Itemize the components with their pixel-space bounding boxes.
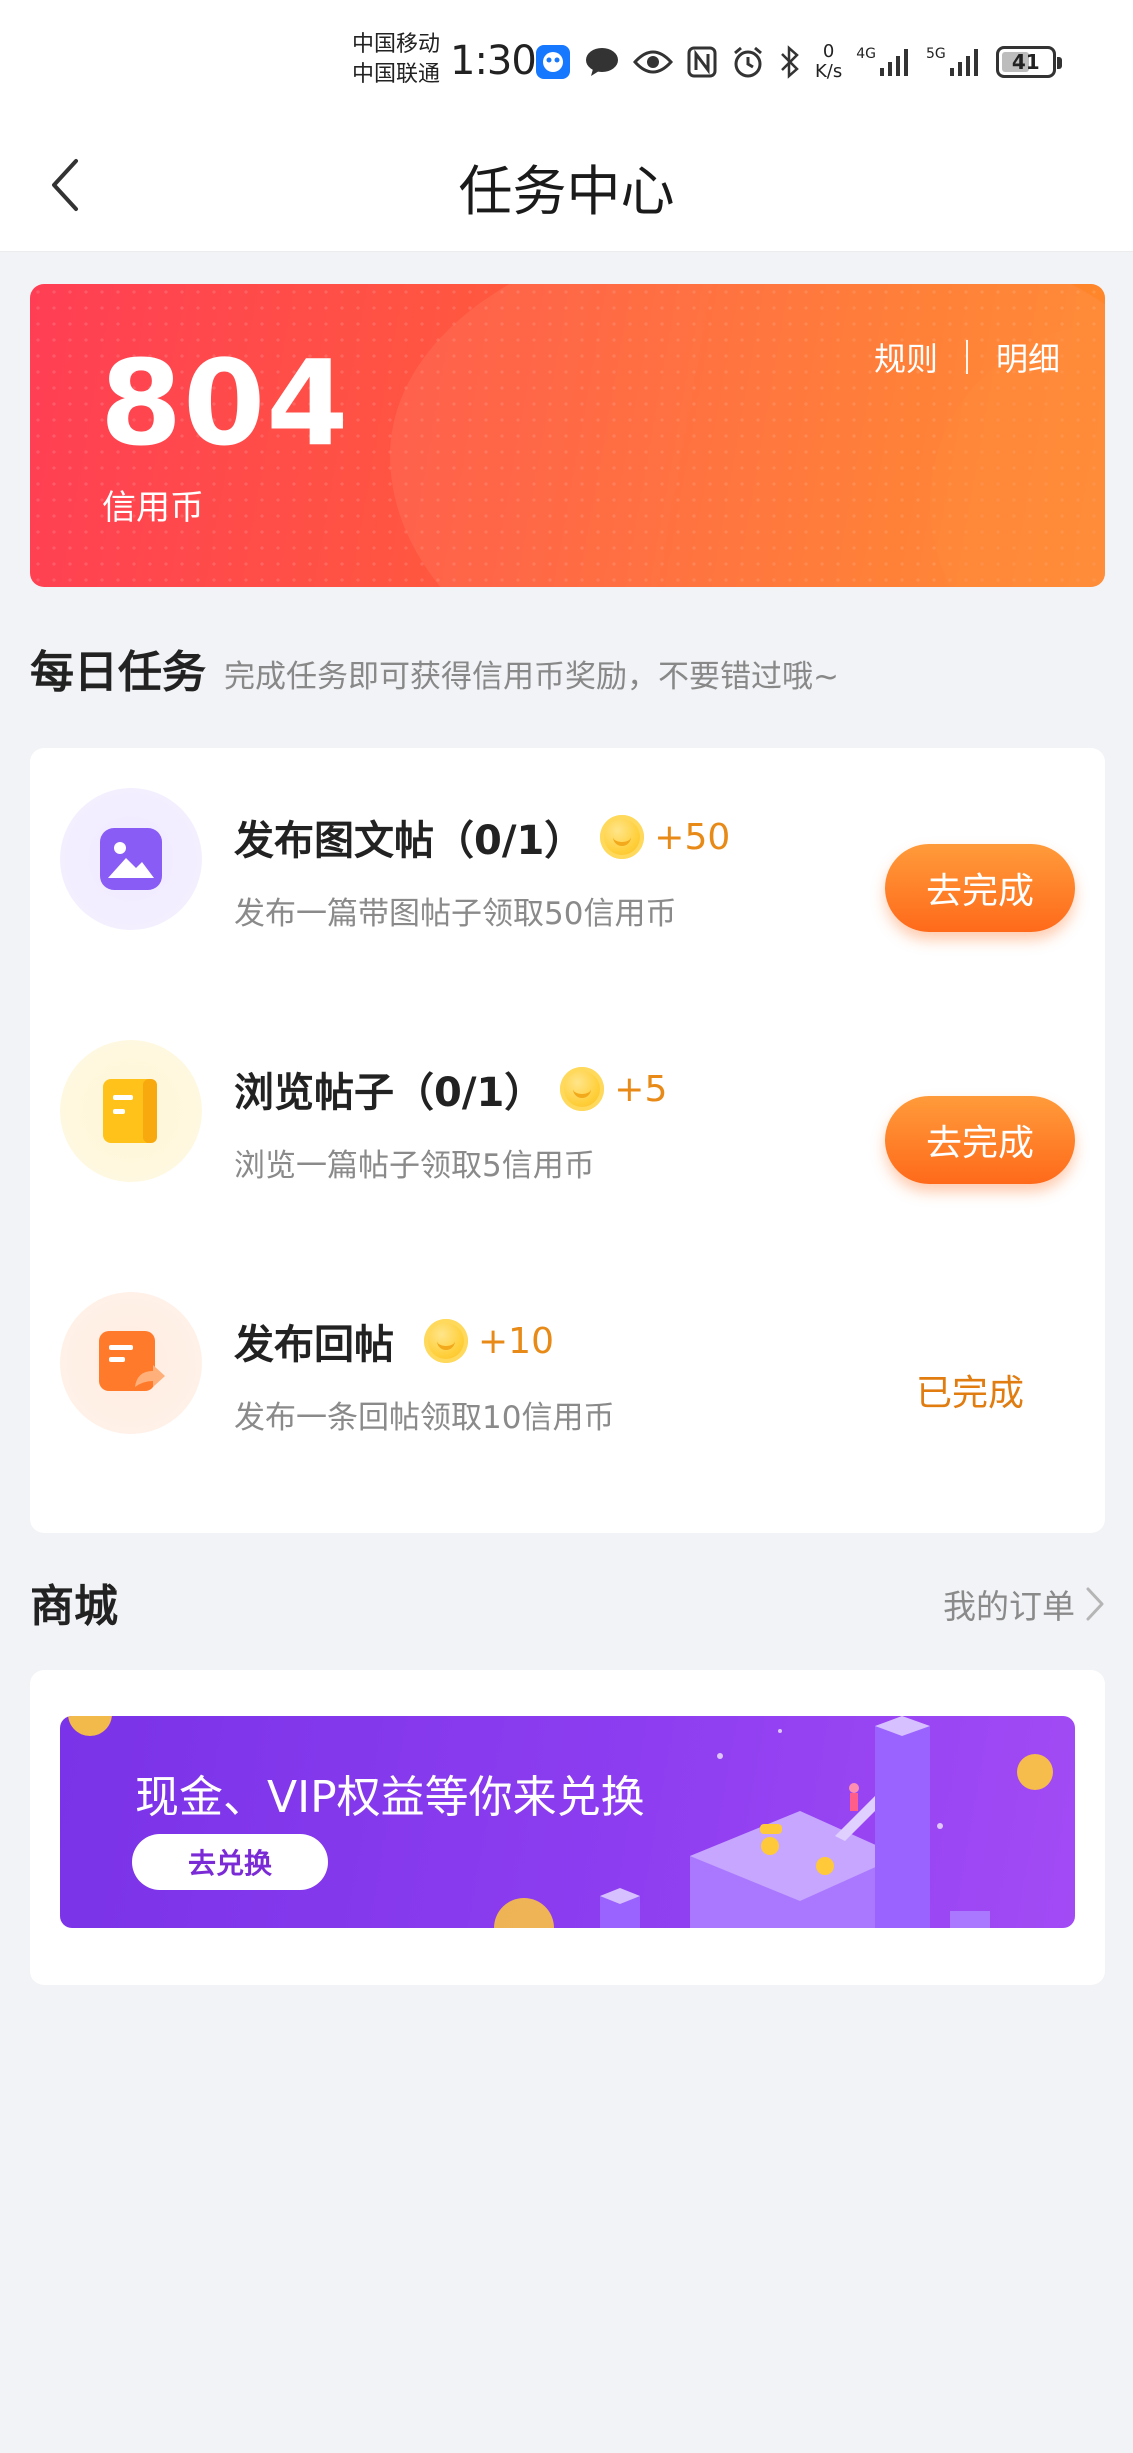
task-title-text: 发布图文帖（0/1） — [234, 818, 585, 864]
app-notification-icon — [535, 44, 571, 80]
task-item: 发布图文帖（0/1） +50 发布一篇带图帖子领取50信用币 去完成 — [30, 748, 1105, 948]
task-title: 发布回帖 +10 — [234, 1312, 554, 1370]
network-type-2: 5G — [926, 46, 946, 62]
alarm-icon — [731, 45, 765, 79]
nav-bar: 任务中心 — [0, 125, 1133, 252]
status-bar: 中国移动 中国联通 1:30 0 K/s 4G 5G 41 — [0, 0, 1133, 125]
banner-headline: 现金、VIP权益等你来兑换 — [135, 1772, 645, 1823]
eye-icon — [633, 48, 673, 76]
my-orders-label: 我的订单 — [943, 1587, 1075, 1626]
store-title: 商城 — [30, 1581, 118, 1632]
complete-task-button[interactable]: 去完成 — [885, 1096, 1075, 1184]
status-icons: 0 K/s 4G 5G 41 — [535, 40, 1062, 84]
task-title: 浏览帖子（0/1） +5 — [234, 1060, 667, 1118]
my-orders-link[interactable]: 我的订单 — [943, 1580, 1105, 1628]
task-description: 发布一条回帖领取10信用币 — [234, 1400, 615, 1436]
carrier-1: 中国移动 — [352, 32, 441, 57]
task-reward: +50 — [654, 816, 731, 858]
complete-task-button[interactable]: 去完成 — [885, 844, 1075, 932]
points-card: 804 信用币 规则 明细 — [30, 284, 1105, 587]
image-icon — [60, 788, 202, 930]
signal-4g-icon: 4G — [856, 46, 912, 78]
task-description: 发布一篇带图帖子领取50信用币 — [234, 896, 677, 932]
clock: 1:30 — [450, 38, 537, 84]
tasks-card: 发布图文帖（0/1） +50 发布一篇带图帖子领取50信用币 去完成 浏览帖子（… — [30, 748, 1105, 1533]
coin-icon — [424, 1319, 468, 1363]
task-item: 发布回帖 +10 发布一条回帖领取10信用币 已完成 — [30, 1252, 1105, 1452]
battery-icon: 41 — [995, 46, 1062, 78]
store-card: 现金、VIP权益等你来兑换 去兑换 — [30, 1670, 1105, 1985]
link-divider — [965, 340, 968, 374]
chevron-right-icon — [1086, 1587, 1104, 1621]
net-speed: 0 K/s — [815, 42, 842, 82]
exchange-banner[interactable]: 现金、VIP权益等你来兑换 去兑换 — [60, 1716, 1075, 1928]
daily-tasks-subtitle: 完成任务即可获得信用币奖励，不要错过哦~ — [224, 659, 839, 695]
net-speed-value: 0 — [822, 41, 835, 62]
coin-icon — [560, 1067, 605, 1111]
task-description: 浏览一篇帖子领取5信用币 — [234, 1148, 595, 1184]
daily-tasks-title: 每日任务 — [30, 647, 206, 698]
task-title-text: 浏览帖子（0/1） — [234, 1070, 545, 1116]
rules-link[interactable]: 规则 — [874, 334, 938, 380]
reply-post-icon — [60, 1292, 202, 1434]
task-title-text: 发布回帖 — [234, 1322, 394, 1368]
document-icon — [60, 1040, 202, 1182]
task-completed-status: 已完成 — [915, 1373, 1024, 1414]
nfc-icon — [687, 46, 717, 78]
coin-icon — [600, 815, 645, 859]
bluetooth-icon — [779, 45, 801, 79]
task-reward: +10 — [478, 1320, 554, 1362]
network-type-1: 4G — [856, 46, 877, 62]
signal-5g-icon: 5G — [926, 46, 982, 78]
task-reward: +5 — [614, 1068, 668, 1110]
store-header: 商城 我的订单 — [30, 1570, 1105, 1634]
points-unit: 信用币 — [102, 488, 204, 528]
task-title: 发布图文帖（0/1） +50 — [234, 808, 730, 866]
net-speed-unit: K/s — [815, 61, 843, 82]
detail-link[interactable]: 明细 — [996, 334, 1060, 380]
page-title: 任务中心 — [458, 160, 675, 223]
daily-tasks-header: 每日任务 完成任务即可获得信用币奖励，不要错过哦~ — [30, 636, 839, 700]
redeem-button[interactable]: 去兑换 — [132, 1834, 328, 1890]
message-bubble-icon — [585, 47, 619, 77]
battery-level: 41 — [1011, 50, 1040, 74]
carrier-2: 中国联通 — [352, 62, 441, 87]
task-item: 浏览帖子（0/1） +5 浏览一篇帖子领取5信用币 去完成 — [30, 1000, 1105, 1200]
points-balance: 804 — [100, 334, 350, 472]
card-links: 规则 明细 — [874, 334, 1060, 380]
carrier-info: 中国移动 中国联通 — [352, 30, 440, 90]
